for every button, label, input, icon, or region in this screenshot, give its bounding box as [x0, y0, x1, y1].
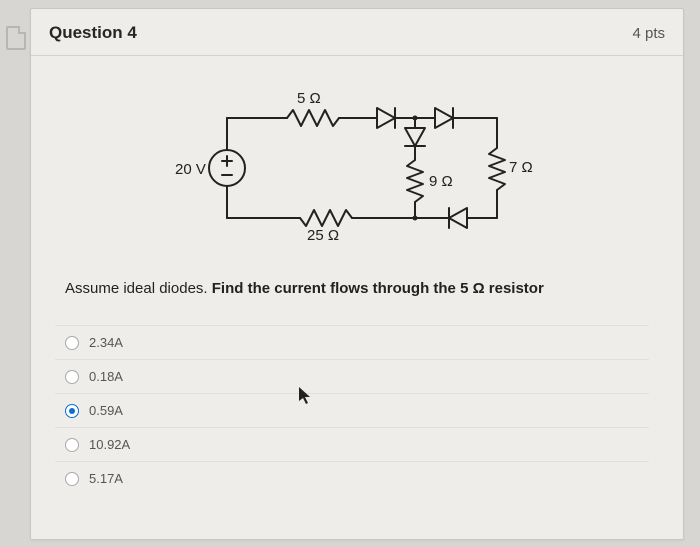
answer-option[interactable]: 2.34A	[55, 325, 649, 359]
question-body: 20 V 5 Ω	[31, 56, 683, 495]
source-label: 20 V	[175, 161, 206, 178]
r-top-label: 5 Ω	[297, 90, 321, 107]
question-prompt: Assume ideal diodes. Find the current fl…	[65, 280, 649, 297]
answer-label: 2.34A	[89, 335, 123, 350]
radio-icon[interactable]	[65, 370, 79, 384]
question-title: Question 4	[49, 23, 137, 43]
answer-option[interactable]: 5.17A	[55, 461, 649, 495]
page-icon	[6, 26, 26, 50]
radio-icon[interactable]	[65, 472, 79, 486]
answer-label: 5.17A	[89, 471, 123, 486]
radio-icon[interactable]	[65, 336, 79, 350]
question-card: Question 4 4 pts 20 V 5 Ω	[30, 8, 684, 540]
prompt-prefix: Assume ideal diodes.	[65, 280, 212, 297]
radio-icon[interactable]	[65, 438, 79, 452]
r-mid-label: 9 Ω	[429, 173, 453, 190]
answer-label: 0.18A	[89, 369, 123, 384]
answer-label: 10.92A	[89, 437, 130, 452]
answer-option[interactable]: 10.92A	[55, 427, 649, 461]
answer-label: 0.59A	[89, 403, 123, 418]
answer-option[interactable]: 0.18A	[55, 359, 649, 393]
radio-icon[interactable]	[65, 404, 79, 418]
answer-option[interactable]: 0.59A	[55, 393, 649, 427]
circuit-diagram: 20 V 5 Ω	[65, 66, 649, 274]
prompt-bold: Find the current flows through the 5 Ω r…	[212, 280, 544, 297]
r-right-label: 7 Ω	[509, 159, 533, 176]
r-bottom-label: 25 Ω	[307, 227, 339, 244]
question-header: Question 4 4 pts	[31, 9, 683, 56]
question-points: 4 pts	[632, 25, 665, 42]
answer-list: 2.34A 0.18A 0.59A 10.92A 5.17A	[55, 325, 649, 495]
